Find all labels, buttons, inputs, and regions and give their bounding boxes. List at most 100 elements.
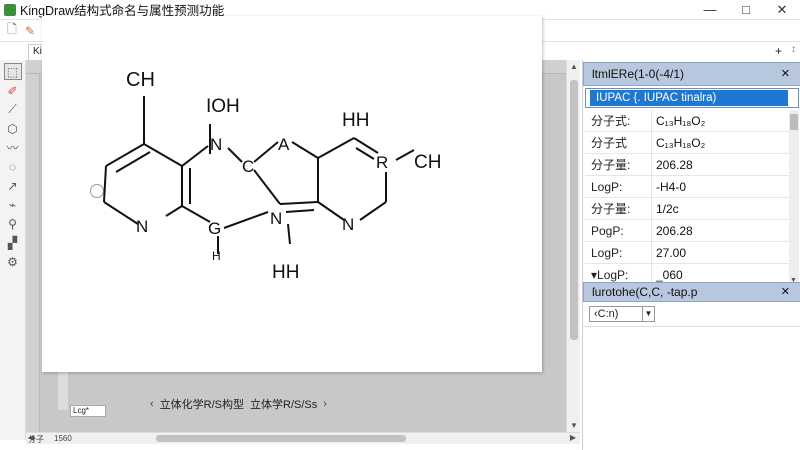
bond — [287, 223, 291, 245]
bond-tool-icon[interactable]: ⟋ — [4, 101, 22, 118]
pin-icon[interactable]: ↕ — [791, 44, 796, 55]
shape-tool-icon[interactable]: ▞ — [4, 234, 22, 251]
gear-icon[interactable]: ⚙ — [4, 253, 22, 270]
iupac-name-field[interactable]: IUPAC {. IUPAC tinalra) — [585, 88, 799, 108]
bond — [285, 209, 315, 213]
new-tab-button[interactable]: + — [775, 44, 782, 58]
second-panel-header: ſurotohe(C,C, -tap.p ✕ — [583, 282, 800, 302]
property-value[interactable]: 206.28 — [651, 220, 781, 241]
arrow-tool-icon[interactable]: ↗ — [4, 177, 22, 194]
table-row: 分子式: C₁₃H₁₈O₂ — [585, 110, 799, 132]
table-row: 分子量: 206.28 — [585, 154, 799, 176]
prev-arrow-icon[interactable]: ‹ — [150, 398, 154, 410]
table-row: PogP: 206.28 — [585, 220, 799, 242]
close-panel-icon[interactable]: ✕ — [781, 63, 790, 85]
molecule-structure[interactable]: CH IOH N C A HH R CH N G N N H HH — [42, 16, 542, 372]
bond — [115, 151, 151, 173]
property-value[interactable]: -H4-0 — [651, 176, 781, 197]
stereo-navigation: ‹ 立体化学R/S构型 立体学R/S/Ss › — [150, 396, 327, 412]
table-row: 分子量: 1/2c — [585, 198, 799, 220]
table-row: LogP: -H4-0 — [585, 176, 799, 198]
scroll-thumb[interactable] — [570, 80, 578, 340]
atom-label: N — [342, 215, 354, 234]
properties-panel: ltmlERe(1-0(-4/1) ✕ IUPAC {. IUPAC tinal… — [582, 60, 800, 450]
canvas-vertical-scrollbar[interactable]: ▲ ▼ — [566, 60, 580, 432]
scroll-thumb[interactable] — [156, 435, 406, 442]
text-tool-icon[interactable]: ⌁ — [4, 196, 22, 213]
atom-label: HH — [342, 110, 369, 131]
eraser-icon[interactable]: ✐ — [4, 82, 22, 99]
atom-labels: CH IOH N C A HH R CH N G N N H HH — [126, 69, 441, 283]
app-logo-icon — [4, 3, 16, 16]
property-value[interactable]: 206.28 — [651, 154, 781, 175]
format-select[interactable]: ‹C:n) ▼ — [589, 306, 655, 322]
iupac-name-selected[interactable]: IUPAC {. IUPAC tinalra) — [590, 90, 788, 106]
atom-label: HH — [272, 262, 299, 283]
properties-table: 分子式: C₁₃H₁₈O₂ 分子式 C₁₃H₁₈O₂ 分子量: 206.28 L… — [585, 110, 799, 286]
bond — [181, 205, 211, 223]
property-key: 分子量: — [591, 158, 631, 172]
property-key: 分子量: — [591, 202, 631, 216]
close-panel-icon[interactable]: ✕ — [781, 283, 790, 301]
property-value[interactable]: 1/2c — [651, 198, 781, 219]
bond — [279, 201, 319, 205]
atom-label: N — [270, 209, 282, 228]
close-button[interactable]: ✕ — [764, 0, 800, 20]
maximize-button[interactable]: □ — [728, 0, 764, 20]
pen-icon[interactable]: ✎ — [22, 23, 38, 39]
property-value[interactable]: C₁₃H₁₈O₂ — [651, 110, 781, 131]
lasso-icon[interactable]: ◌ — [4, 158, 22, 175]
window-controls: — □ ✕ — [692, 0, 800, 20]
bond — [227, 147, 243, 163]
property-key: PogP: — [591, 224, 624, 238]
select-tool-icon[interactable]: ⬚ — [3, 63, 22, 80]
bond — [317, 137, 355, 159]
properties-scrollbar[interactable]: ▼ — [789, 110, 799, 286]
scroll-up-icon[interactable]: ▲ — [570, 62, 578, 71]
canvas-horizontal-scrollbar[interactable]: ◀ ▶ — [26, 432, 580, 444]
ring-tool-icon[interactable]: ⬡ — [4, 120, 22, 137]
divider — [583, 326, 800, 327]
search-icon[interactable]: ⚲ — [4, 215, 22, 232]
atom-label: N — [136, 217, 148, 236]
status-count: 1560 — [54, 434, 72, 443]
property-key: LogP: — [591, 246, 623, 260]
property-key: 分子式 — [591, 136, 628, 150]
atom-label: N — [210, 135, 222, 154]
property-value[interactable]: C₁₃H₁₈O₂ — [651, 132, 781, 153]
bond — [223, 211, 269, 229]
atom-label: R — [376, 153, 388, 172]
scroll-right-icon[interactable]: ▶ — [570, 433, 576, 442]
properties-panel-header: ltmlERe(1-0(-4/1) ✕ — [583, 62, 800, 86]
minimize-button[interactable]: — — [692, 0, 728, 20]
bond — [105, 143, 145, 167]
atom-label: H — [212, 249, 221, 263]
chain-tool-icon[interactable]: 〰 — [4, 139, 22, 156]
bond — [103, 201, 139, 225]
bond — [317, 201, 345, 221]
bond — [103, 165, 107, 203]
table-row: 分子式 C₁₃H₁₈O₂ — [585, 132, 799, 154]
atom-label: CH — [126, 69, 155, 91]
bond — [359, 201, 387, 221]
stereo-option-1[interactable]: 立体化学R/S构型 — [160, 396, 244, 412]
bond — [353, 137, 379, 154]
second-panel-title: ſurotohe(C,C, -tap.p — [592, 285, 698, 299]
zoom-dropdown[interactable]: Lcg* — [70, 405, 106, 417]
chevron-down-icon[interactable]: ▼ — [642, 307, 654, 321]
bond — [291, 141, 319, 159]
bond — [253, 169, 281, 205]
property-key: LogP: — [591, 180, 623, 194]
new-icon[interactable]: 🗋 — [4, 22, 20, 39]
bond — [395, 149, 415, 161]
bond — [181, 145, 209, 167]
status-bar: 分子 1560 — [28, 434, 72, 445]
scroll-thumb[interactable] — [790, 114, 798, 130]
stereo-option-2[interactable]: 立体学R/S/Ss — [250, 396, 317, 412]
properties-panel-title: ltmlERe(1-0(-4/1) — [592, 67, 685, 81]
next-arrow-icon[interactable]: › — [323, 398, 327, 410]
property-value[interactable]: 27.00 — [651, 242, 781, 263]
bond — [143, 143, 183, 167]
scroll-down-icon[interactable]: ▼ — [570, 421, 578, 430]
atom-label: A — [278, 135, 290, 154]
